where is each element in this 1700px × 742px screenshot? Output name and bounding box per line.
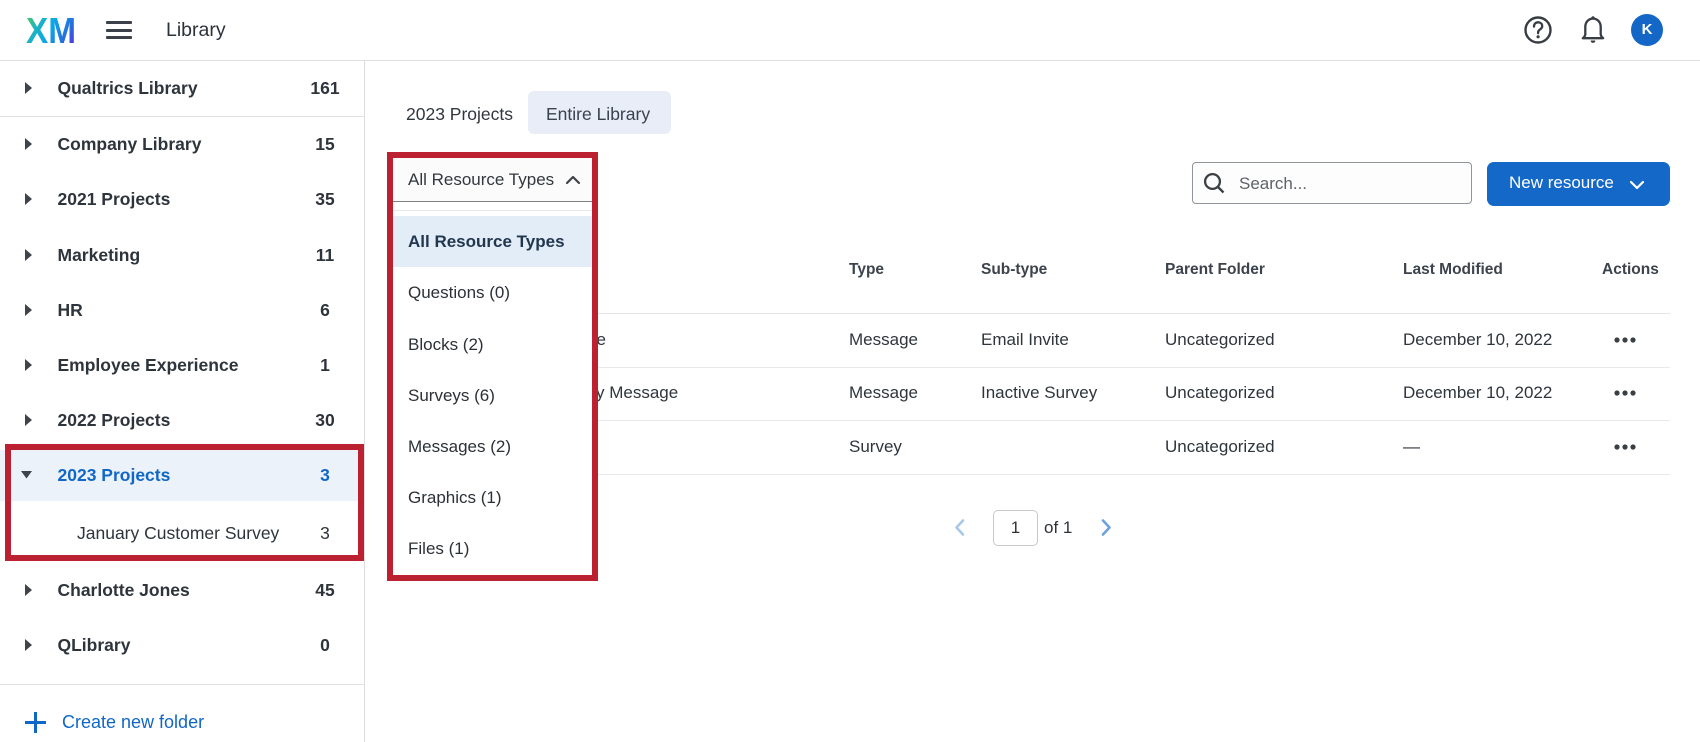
svg-text:XM: XM <box>26 14 76 46</box>
